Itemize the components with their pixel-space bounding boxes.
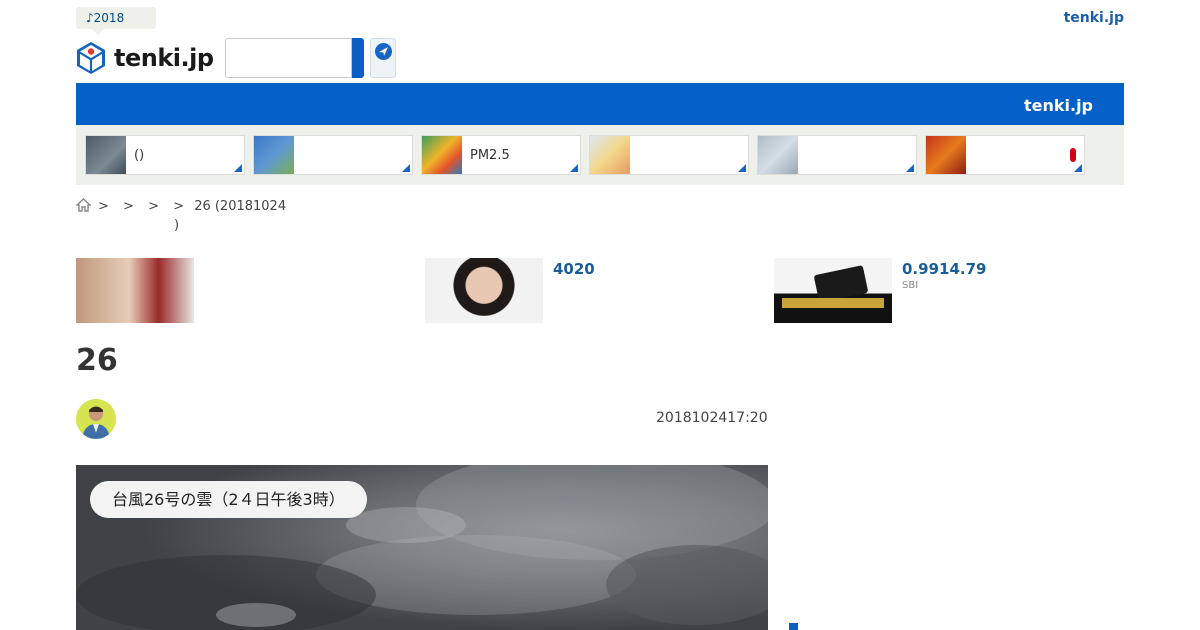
tile-6[interactable] (925, 135, 1085, 175)
breadcrumb-current-end: ) (174, 218, 180, 233)
red-badge (1070, 148, 1076, 162)
ad-banner-strip (782, 298, 884, 308)
tile-thumb-pm25 (422, 136, 462, 174)
corner-arrow-icon (570, 164, 578, 172)
breadcrumb-current: 26 (20181024 (194, 199, 287, 214)
breadcrumb-items: > > > > 26 (20181024 (98, 197, 296, 216)
logo-text: tenki.jp (114, 44, 214, 72)
tile-1[interactable]: () (85, 135, 245, 175)
breadcrumb-separator: > (148, 199, 159, 214)
top-link[interactable]: tenki.jp (1064, 10, 1124, 26)
tile-thumb-autumn-leaves (926, 136, 966, 174)
promo-tag[interactable]: ♪2018 (76, 7, 156, 35)
corner-arrow-icon (738, 164, 746, 172)
ad-image[interactable] (76, 258, 194, 323)
ad-image[interactable] (774, 258, 892, 323)
tile-thumb-radar (254, 136, 294, 174)
breadcrumb-separator: > (123, 199, 134, 214)
tile-4[interactable] (589, 135, 749, 175)
quick-tiles: () PM2.5 (76, 125, 1124, 185)
tile-thumb-forecast-map (590, 136, 630, 174)
hero-caption: 台風26号の雲（2４日午後3時） (90, 481, 367, 518)
ad-3[interactable]: 0.9914.79 SBI (774, 258, 1104, 323)
tile-label: () (134, 148, 145, 163)
search-input[interactable] (225, 38, 352, 78)
author-avatar[interactable] (76, 399, 116, 439)
tile-5[interactable] (757, 135, 917, 175)
corner-arrow-icon (234, 164, 242, 172)
page: ♪2018 tenki.jp tenki.jp tenki.jp () PM2.… (0, 0, 1200, 630)
location-button[interactable] (370, 38, 396, 78)
logo-icon (77, 42, 105, 74)
ad-2[interactable]: 4020 (425, 258, 755, 323)
breadcrumb-separator: > (98, 199, 109, 214)
site-logo[interactable]: tenki.jp (76, 41, 214, 75)
corner-arrow-icon (1074, 164, 1082, 172)
article-title: 26 (76, 343, 118, 378)
tile-label: PM2.5 (470, 148, 510, 163)
ad-sponsor: SBI (902, 280, 919, 291)
hero-image-typhoon-clouds[interactable]: 台風26号の雲（2４日午後3時） (76, 465, 768, 630)
breadcrumb-separator: > (173, 199, 185, 214)
ad-1[interactable] (76, 258, 406, 323)
ad-image[interactable] (425, 258, 543, 323)
location-arrow-icon (375, 43, 392, 60)
tile-thumb-satellite (758, 136, 798, 174)
ad-title[interactable]: 4020 (553, 260, 595, 278)
article-date: 2018102417:20 (656, 410, 768, 426)
nav-brand-label[interactable]: tenki.jp (1024, 96, 1093, 115)
tile-thumb-japan-map (86, 136, 126, 174)
corner-arrow-icon (906, 164, 914, 172)
corner-arrow-icon (402, 164, 410, 172)
home-icon[interactable] (76, 198, 91, 212)
ad-title[interactable]: 0.9914.79 (902, 260, 986, 278)
main-nav-bar[interactable]: tenki.jp (76, 83, 1124, 125)
tile-3[interactable]: PM2.5 (421, 135, 581, 175)
search-button[interactable] (352, 38, 364, 78)
sidebar-marker (789, 623, 798, 630)
tile-2[interactable] (253, 135, 413, 175)
avatar-portrait (76, 399, 116, 439)
